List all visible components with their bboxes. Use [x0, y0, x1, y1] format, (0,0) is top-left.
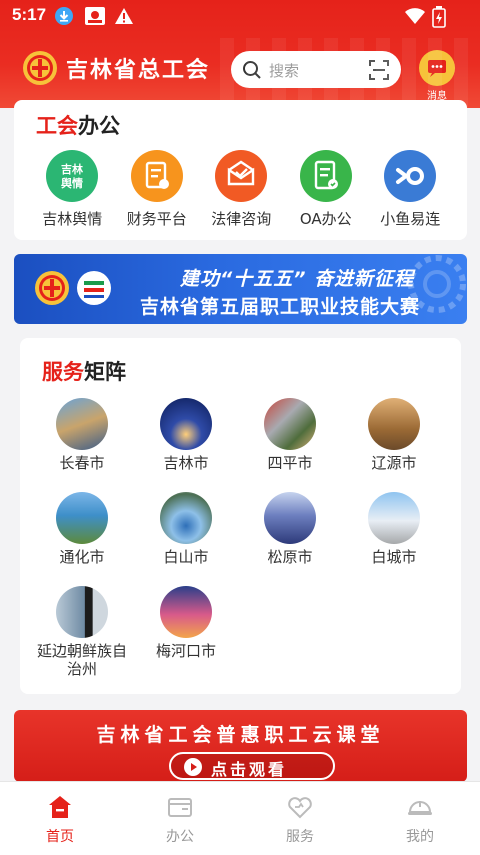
city-label: 白山市 [163, 548, 209, 566]
trade-union-logo-icon [22, 50, 58, 86]
city-label: 通化市 [59, 548, 105, 566]
title-accent: 工会 [36, 114, 78, 138]
app-legal-consult[interactable]: 法律咨询 [199, 150, 284, 229]
classroom-banner[interactable]: 吉林省工会普惠职工云课堂 点击观看 [14, 710, 467, 782]
city-image [264, 398, 316, 450]
title-accent: 服务 [42, 360, 84, 384]
app-label: 吉林舆情 [42, 210, 103, 228]
home-icon [47, 794, 73, 820]
app-label: 小鱼易连 [380, 210, 441, 228]
bottom-tab-bar: 首页 办公 服务 我的 [0, 781, 480, 855]
classroom-title: 吉林省工会普惠职工云课堂 [96, 724, 385, 746]
xiaoyu-icon [384, 150, 437, 202]
city-label: 松原市 [267, 548, 313, 566]
city-image [264, 492, 316, 544]
city-changchun[interactable]: 长春市 [30, 398, 134, 492]
city-songyuan[interactable]: 松原市 [238, 492, 342, 586]
app-public-opinion[interactable]: 吉林 舆情 吉林舆情 [30, 150, 115, 229]
city-siping[interactable]: 四平市 [238, 398, 342, 492]
city-image [56, 492, 108, 544]
app-xiaoyu[interactable]: 小鱼易连 [368, 150, 453, 229]
city-tonghua[interactable]: 通化市 [30, 492, 134, 586]
service-section: 服务矩阵 长春市 吉林市 四平市 辽源市 通化市 白山市 松原市 白城市 延边朝… [20, 338, 461, 694]
competition-logo-icon [76, 270, 112, 310]
city-label: 吉林市 [163, 454, 209, 472]
message-button[interactable]: 消息 [418, 50, 456, 102]
play-icon [183, 757, 203, 781]
public-opinion-icon: 吉林 舆情 [46, 150, 99, 202]
wifi-icon [404, 6, 425, 26]
scan-icon[interactable] [369, 60, 389, 84]
search-placeholder: 搜索 [269, 62, 300, 80]
search-icon [242, 60, 262, 84]
city-image [368, 492, 420, 544]
competition-line1: 建功“十五五” 奋进新征程 [180, 268, 415, 290]
tab-home[interactable]: 首页 [0, 782, 120, 855]
warning-icon [114, 6, 134, 26]
city-baishan[interactable]: 白山市 [134, 492, 238, 586]
status-time: 5:17 [12, 5, 47, 24]
app-label: OA办公 [299, 210, 352, 228]
download-icon [54, 6, 74, 26]
search-bar[interactable]: 搜索 [231, 51, 401, 88]
message-icon [419, 50, 455, 86]
app-finance[interactable]: 财务平台 [115, 150, 200, 229]
battery-icon [432, 6, 452, 28]
city-image [160, 586, 212, 638]
app-header: 5:17 吉林省总工会 搜索 消息 [0, 0, 480, 108]
tab-label: 我的 [406, 829, 434, 845]
tab-label: 首页 [46, 829, 74, 845]
watch-button-label: 点击观看 [211, 760, 288, 779]
tab-office[interactable]: 办公 [120, 782, 240, 855]
city-label: 四平市 [267, 454, 313, 472]
city-image [160, 398, 212, 450]
oa-icon [299, 150, 352, 202]
office-section-title: 工会办公 [36, 110, 120, 140]
app-label: 财务平台 [126, 210, 187, 228]
legal-consult-icon [215, 150, 268, 202]
city-label: 白城市 [371, 548, 417, 566]
city-yanbian[interactable]: 延边朝鲜族自治州 [30, 586, 134, 680]
app-oa[interactable]: OA办公 [284, 150, 369, 229]
city-label: 梅河口市 [155, 642, 216, 660]
office-app-grid: 吉林 舆情 吉林舆情 财务平台 法律咨询 OA办公 小鱼易连 [14, 150, 467, 229]
competition-banner[interactable]: 建功“十五五” 奋进新征程 吉林省第五届职工职业技能大赛 [14, 254, 467, 324]
status-bar: 5:17 [0, 0, 480, 32]
city-image [368, 398, 420, 450]
svg-text:吉林: 吉林 [61, 162, 83, 176]
tab-mine[interactable]: 我的 [360, 782, 480, 855]
city-label: 延边朝鲜族自治州 [36, 642, 127, 678]
brand-title: 吉林省总工会 [66, 57, 211, 83]
city-label: 辽源市 [371, 454, 417, 472]
svg-text:舆情: 舆情 [61, 176, 83, 190]
tab-label: 服务 [286, 829, 314, 845]
title-rest: 矩阵 [84, 360, 126, 384]
office-icon [167, 794, 193, 820]
city-grid: 长春市 吉林市 四平市 辽源市 通化市 白山市 松原市 白城市 延边朝鲜族自治州… [30, 398, 450, 680]
finance-icon [130, 150, 183, 202]
city-meihekou[interactable]: 梅河口市 [134, 586, 238, 680]
city-liaoyuan[interactable]: 辽源市 [342, 398, 446, 492]
city-jilin[interactable]: 吉林市 [134, 398, 238, 492]
city-baicheng[interactable]: 白城市 [342, 492, 446, 586]
helmet-icon [407, 794, 433, 820]
brand: 吉林省总工会 [22, 50, 210, 86]
city-image [56, 586, 108, 638]
competition-line2: 吉林省第五届职工职业技能大赛 [140, 296, 421, 318]
trade-union-logo-icon [34, 270, 70, 310]
tab-label: 办公 [166, 829, 194, 845]
city-image [56, 398, 108, 450]
title-rest: 办公 [78, 114, 120, 138]
office-section: 工会办公 吉林 舆情 吉林舆情 财务平台 法律咨询 OA办公 小鱼易连 [14, 100, 467, 240]
app-label: 法律咨询 [211, 210, 272, 228]
tab-service[interactable]: 服务 [240, 782, 360, 855]
city-image [160, 492, 212, 544]
watch-button[interactable]: 点击观看 [169, 752, 335, 780]
app-notification-icon [84, 6, 105, 26]
service-section-title: 服务矩阵 [42, 356, 126, 386]
service-heart-icon [287, 794, 313, 820]
city-label: 长春市 [59, 454, 105, 472]
